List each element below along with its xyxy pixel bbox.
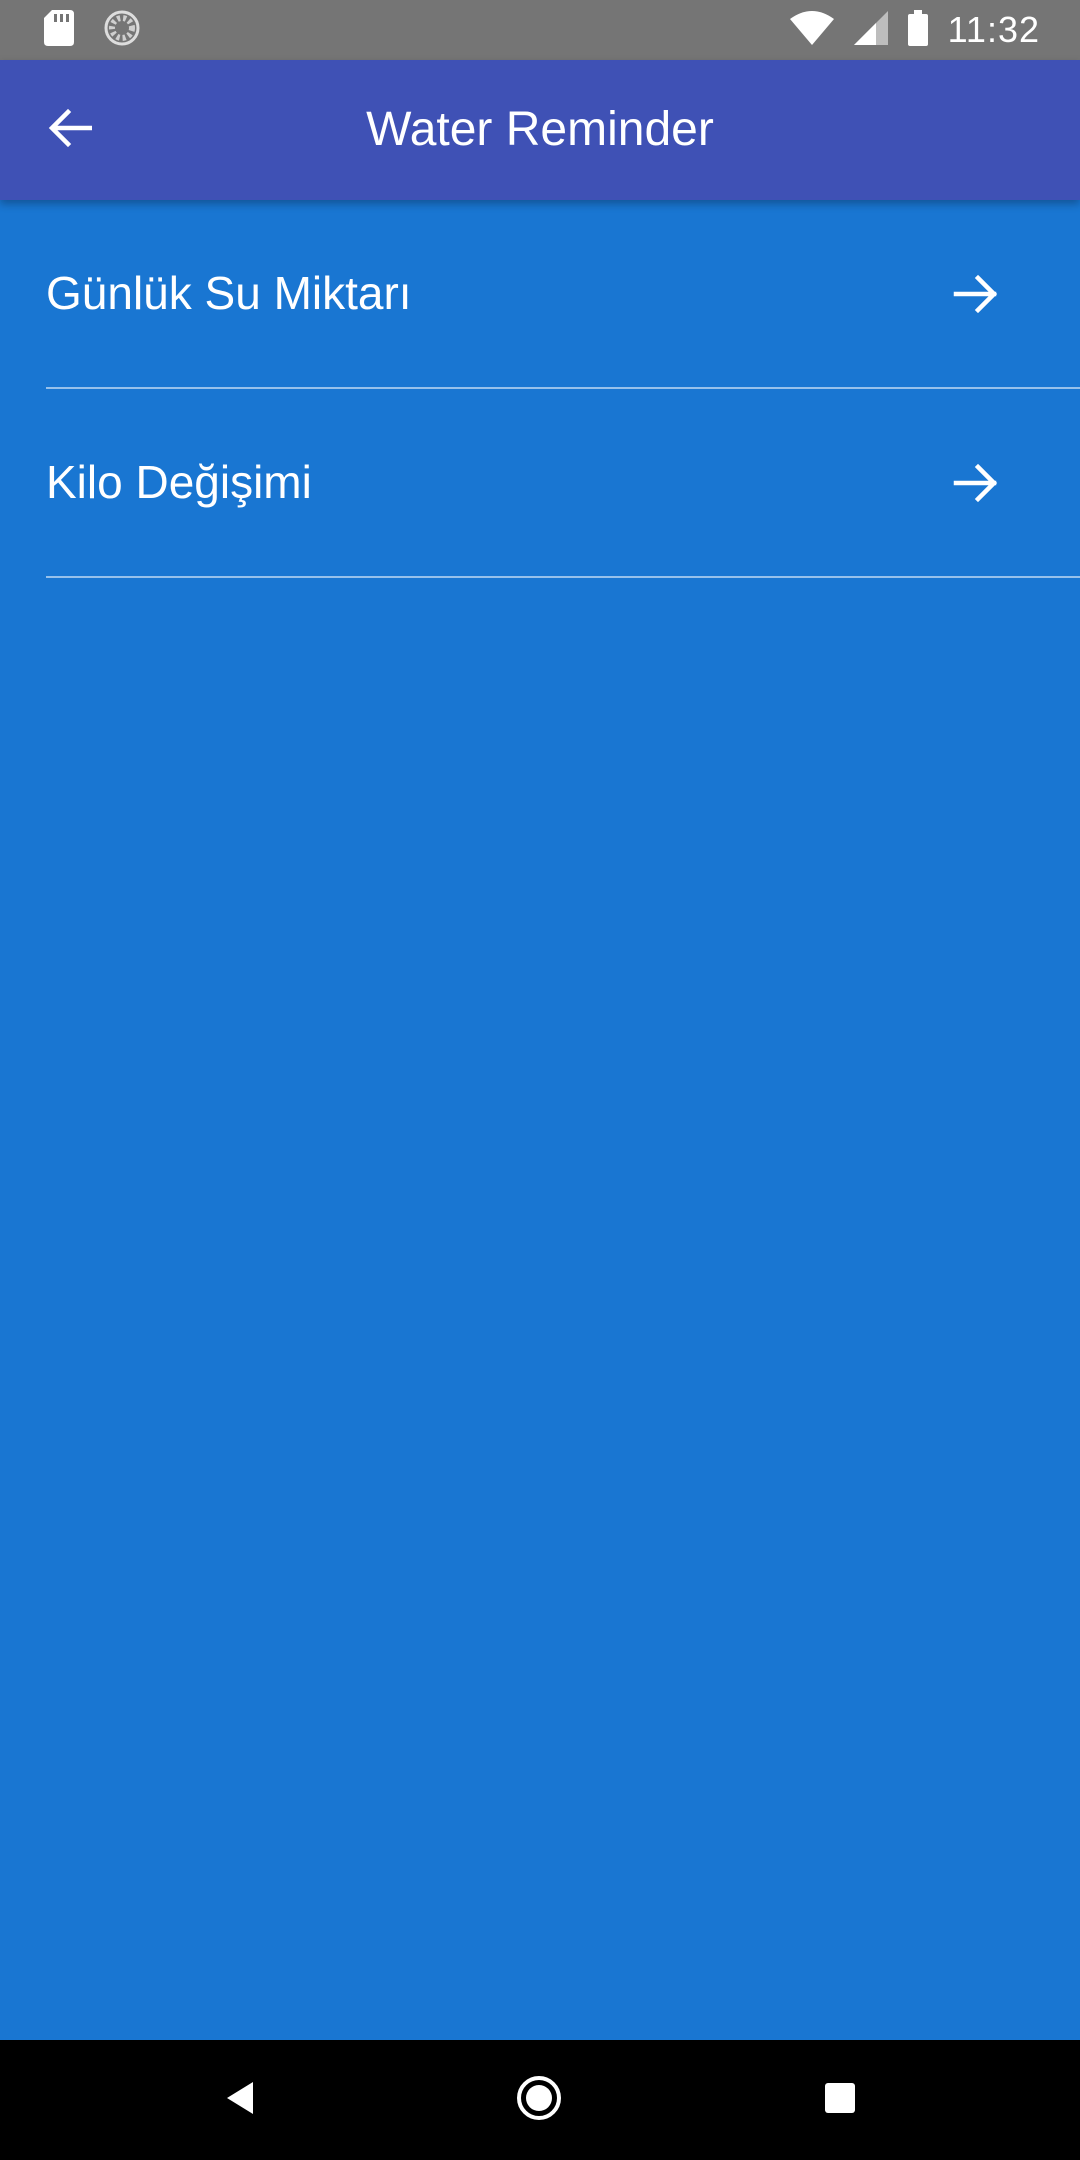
status-time: 11:32 <box>947 9 1040 50</box>
battery-icon <box>907 9 928 51</box>
nav-back-button[interactable] <box>200 2060 280 2140</box>
cell-signal-icon <box>853 10 888 50</box>
list-item-weight-change[interactable]: Kilo Değişimi <box>46 389 1080 578</box>
arrow-forward-icon <box>952 270 1000 318</box>
status-left-icons <box>44 0 140 60</box>
app-bar: Water Reminder <box>0 60 1080 200</box>
nav-home-icon <box>515 2074 563 2127</box>
nav-back-icon <box>223 2080 257 2121</box>
system-nav-bar <box>0 2040 1080 2160</box>
list-item-label: Günlük Su Miktarı <box>46 267 412 319</box>
wifi-icon <box>789 10 834 50</box>
page-title: Water Reminder <box>366 103 714 156</box>
list-item-label: Kilo Değişimi <box>46 456 312 508</box>
nav-recents-button[interactable] <box>800 2060 880 2140</box>
nav-home-button[interactable] <box>499 2060 579 2140</box>
list-item-daily-water[interactable]: Günlük Su Miktarı <box>46 200 1080 389</box>
nav-recents-icon <box>823 2081 857 2120</box>
status-right-icons: 11:32 <box>789 0 1040 60</box>
arrow-forward-icon <box>952 459 1000 507</box>
status-bar: 11:32 <box>0 0 1080 60</box>
sd-card-icon <box>44 9 74 51</box>
sync-icon <box>104 10 140 51</box>
